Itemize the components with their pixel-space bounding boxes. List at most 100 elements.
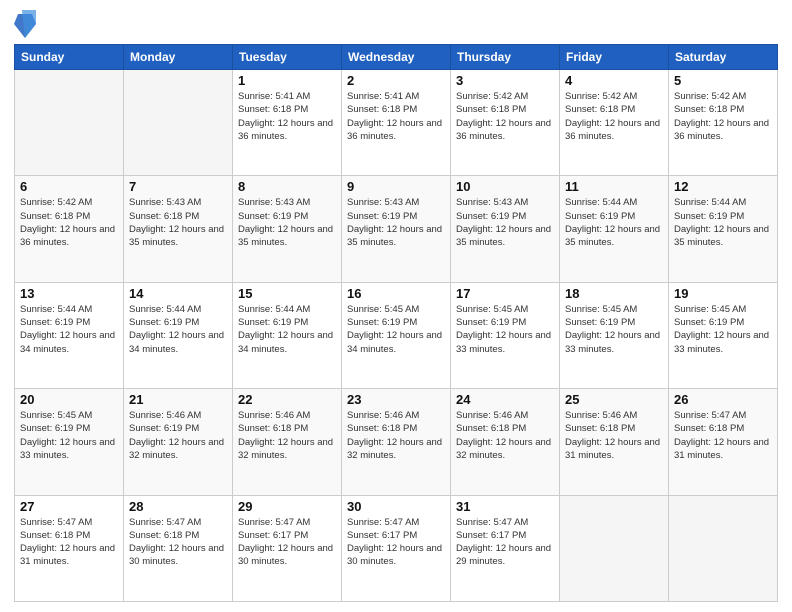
day-number: 1	[238, 73, 336, 88]
weekday-saturday: Saturday	[669, 45, 778, 70]
day-cell	[669, 495, 778, 601]
week-row-4: 20 Sunrise: 5:45 AMSunset: 6:19 PMDayligh…	[15, 389, 778, 495]
day-number: 12	[674, 179, 772, 194]
day-info: Sunrise: 5:45 AMSunset: 6:19 PMDaylight:…	[674, 303, 772, 356]
day-cell: 1 Sunrise: 5:41 AMSunset: 6:18 PMDaylight…	[233, 70, 342, 176]
day-number: 22	[238, 392, 336, 407]
day-cell: 30 Sunrise: 5:47 AMSunset: 6:17 PMDayligh…	[342, 495, 451, 601]
week-row-5: 27 Sunrise: 5:47 AMSunset: 6:18 PMDayligh…	[15, 495, 778, 601]
day-number: 5	[674, 73, 772, 88]
day-info: Sunrise: 5:46 AMSunset: 6:19 PMDaylight:…	[129, 409, 227, 462]
day-number: 7	[129, 179, 227, 194]
day-info: Sunrise: 5:44 AMSunset: 6:19 PMDaylight:…	[674, 196, 772, 249]
calendar: SundayMondayTuesdayWednesdayThursdayFrid…	[14, 44, 778, 602]
day-info: Sunrise: 5:42 AMSunset: 6:18 PMDaylight:…	[20, 196, 118, 249]
day-cell: 24 Sunrise: 5:46 AMSunset: 6:18 PMDayligh…	[451, 389, 560, 495]
day-number: 31	[456, 499, 554, 514]
day-cell: 16 Sunrise: 5:45 AMSunset: 6:19 PMDayligh…	[342, 282, 451, 388]
day-number: 29	[238, 499, 336, 514]
day-info: Sunrise: 5:44 AMSunset: 6:19 PMDaylight:…	[238, 303, 336, 356]
day-number: 25	[565, 392, 663, 407]
day-info: Sunrise: 5:47 AMSunset: 6:18 PMDaylight:…	[674, 409, 772, 462]
weekday-wednesday: Wednesday	[342, 45, 451, 70]
day-cell: 18 Sunrise: 5:45 AMSunset: 6:19 PMDayligh…	[560, 282, 669, 388]
day-number: 2	[347, 73, 445, 88]
day-number: 6	[20, 179, 118, 194]
day-number: 3	[456, 73, 554, 88]
day-info: Sunrise: 5:42 AMSunset: 6:18 PMDaylight:…	[674, 90, 772, 143]
day-info: Sunrise: 5:45 AMSunset: 6:19 PMDaylight:…	[565, 303, 663, 356]
weekday-sunday: Sunday	[15, 45, 124, 70]
day-cell: 21 Sunrise: 5:46 AMSunset: 6:19 PMDayligh…	[124, 389, 233, 495]
day-cell	[15, 70, 124, 176]
day-cell: 23 Sunrise: 5:46 AMSunset: 6:18 PMDayligh…	[342, 389, 451, 495]
day-cell: 3 Sunrise: 5:42 AMSunset: 6:18 PMDaylight…	[451, 70, 560, 176]
weekday-header-row: SundayMondayTuesdayWednesdayThursdayFrid…	[15, 45, 778, 70]
day-info: Sunrise: 5:46 AMSunset: 6:18 PMDaylight:…	[238, 409, 336, 462]
day-info: Sunrise: 5:43 AMSunset: 6:19 PMDaylight:…	[347, 196, 445, 249]
day-number: 30	[347, 499, 445, 514]
day-info: Sunrise: 5:46 AMSunset: 6:18 PMDaylight:…	[347, 409, 445, 462]
day-info: Sunrise: 5:42 AMSunset: 6:18 PMDaylight:…	[565, 90, 663, 143]
day-number: 28	[129, 499, 227, 514]
page: SundayMondayTuesdayWednesdayThursdayFrid…	[0, 0, 792, 612]
day-cell: 2Sunrise: 5:41 AMSunset: 6:18 PMDaylight…	[342, 70, 451, 176]
day-info: Sunrise: 5:44 AMSunset: 6:19 PMDaylight:…	[565, 196, 663, 249]
day-number: 24	[456, 392, 554, 407]
day-info: Sunrise: 5:42 AMSunset: 6:18 PMDaylight:…	[456, 90, 554, 143]
week-row-2: 6 Sunrise: 5:42 AMSunset: 6:18 PMDaylight…	[15, 176, 778, 282]
day-number: 21	[129, 392, 227, 407]
day-cell: 14Sunrise: 5:44 AMSunset: 6:19 PMDayligh…	[124, 282, 233, 388]
day-number: 4	[565, 73, 663, 88]
day-info: Sunrise: 5:46 AMSunset: 6:18 PMDaylight:…	[456, 409, 554, 462]
day-info: Sunrise: 5:44 AMSunset: 6:19 PMDaylight:…	[20, 303, 118, 356]
weekday-friday: Friday	[560, 45, 669, 70]
day-number: 27	[20, 499, 118, 514]
day-cell: 12 Sunrise: 5:44 AMSunset: 6:19 PMDayligh…	[669, 176, 778, 282]
day-number: 15	[238, 286, 336, 301]
day-info: Sunrise: 5:45 AMSunset: 6:19 PMDaylight:…	[20, 409, 118, 462]
day-info: Sunrise: 5:45 AMSunset: 6:19 PMDaylight:…	[456, 303, 554, 356]
weekday-thursday: Thursday	[451, 45, 560, 70]
day-info: Sunrise: 5:43 AMSunset: 6:19 PMDaylight:…	[456, 196, 554, 249]
day-cell: 31 Sunrise: 5:47 AMSunset: 6:17 PMDayligh…	[451, 495, 560, 601]
weekday-tuesday: Tuesday	[233, 45, 342, 70]
day-cell: 8 Sunrise: 5:43 AMSunset: 6:19 PMDaylight…	[233, 176, 342, 282]
day-cell: 10Sunrise: 5:43 AMSunset: 6:19 PMDayligh…	[451, 176, 560, 282]
week-row-3: 13 Sunrise: 5:44 AMSunset: 6:19 PMDayligh…	[15, 282, 778, 388]
day-info: Sunrise: 5:46 AMSunset: 6:18 PMDaylight:…	[565, 409, 663, 462]
day-cell: 19Sunrise: 5:45 AMSunset: 6:19 PMDayligh…	[669, 282, 778, 388]
day-info: Sunrise: 5:41 AMSunset: 6:18 PMDaylight:…	[238, 90, 336, 143]
day-info: Sunrise: 5:47 AMSunset: 6:18 PMDaylight:…	[129, 516, 227, 569]
day-cell: 4 Sunrise: 5:42 AMSunset: 6:18 PMDaylight…	[560, 70, 669, 176]
day-cell: 25 Sunrise: 5:46 AMSunset: 6:18 PMDayligh…	[560, 389, 669, 495]
day-info: Sunrise: 5:47 AMSunset: 6:17 PMDaylight:…	[456, 516, 554, 569]
day-info: Sunrise: 5:47 AMSunset: 6:17 PMDaylight:…	[347, 516, 445, 569]
day-number: 13	[20, 286, 118, 301]
day-info: Sunrise: 5:45 AMSunset: 6:19 PMDaylight:…	[347, 303, 445, 356]
day-number: 16	[347, 286, 445, 301]
day-number: 18	[565, 286, 663, 301]
weekday-monday: Monday	[124, 45, 233, 70]
day-number: 11	[565, 179, 663, 194]
day-number: 23	[347, 392, 445, 407]
day-info: Sunrise: 5:43 AMSunset: 6:19 PMDaylight:…	[238, 196, 336, 249]
day-info: Sunrise: 5:44 AMSunset: 6:19 PMDaylight:…	[129, 303, 227, 356]
day-number: 26	[674, 392, 772, 407]
header	[14, 10, 778, 38]
day-cell	[124, 70, 233, 176]
logo-icon	[14, 10, 36, 38]
day-cell: 28 Sunrise: 5:47 AMSunset: 6:18 PMDayligh…	[124, 495, 233, 601]
day-cell: 22 Sunrise: 5:46 AMSunset: 6:18 PMDayligh…	[233, 389, 342, 495]
day-cell: 6 Sunrise: 5:42 AMSunset: 6:18 PMDaylight…	[15, 176, 124, 282]
day-info: Sunrise: 5:43 AMSunset: 6:18 PMDaylight:…	[129, 196, 227, 249]
day-cell: 11 Sunrise: 5:44 AMSunset: 6:19 PMDayligh…	[560, 176, 669, 282]
day-info: Sunrise: 5:47 AMSunset: 6:18 PMDaylight:…	[20, 516, 118, 569]
day-cell: 9 Sunrise: 5:43 AMSunset: 6:19 PMDaylight…	[342, 176, 451, 282]
day-cell	[560, 495, 669, 601]
day-number: 20	[20, 392, 118, 407]
day-cell: 13 Sunrise: 5:44 AMSunset: 6:19 PMDayligh…	[15, 282, 124, 388]
day-number: 9	[347, 179, 445, 194]
day-info: Sunrise: 5:47 AMSunset: 6:17 PMDaylight:…	[238, 516, 336, 569]
day-number: 8	[238, 179, 336, 194]
